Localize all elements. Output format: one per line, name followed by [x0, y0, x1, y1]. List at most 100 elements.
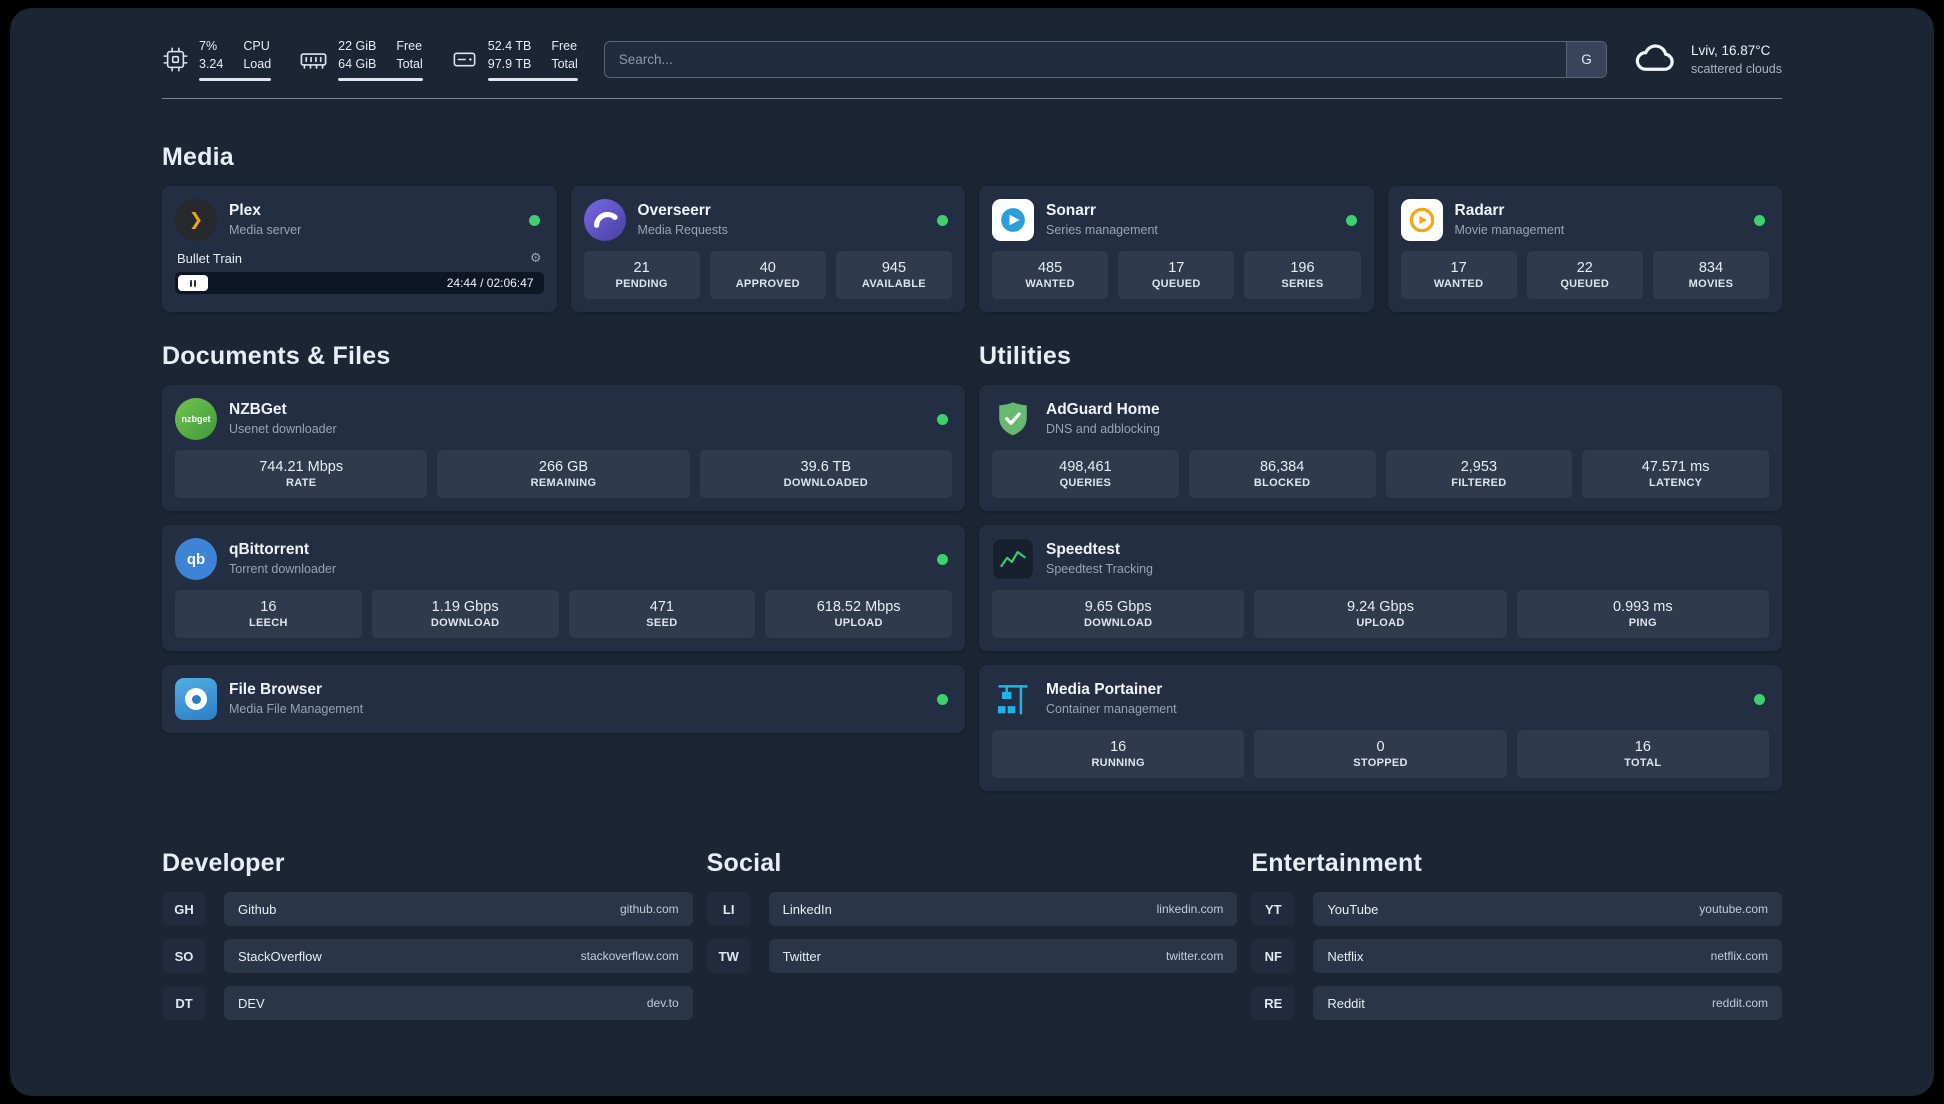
service-title: qBittorrent: [229, 541, 310, 559]
service-card-adguard[interactable]: AdGuard Home DNS and adblocking 498,461 …: [979, 385, 1782, 511]
memory-caption-2: Total: [396, 56, 423, 71]
memory-widget: 22 GiB 64 GiB Free Total: [299, 38, 423, 81]
stat-tile: 945 AVAILABLE: [835, 251, 953, 299]
bookmark-link[interactable]: Reddit reddit.com: [1313, 986, 1782, 1020]
weather-condition: scattered clouds: [1690, 61, 1782, 76]
cpu-caption-2: Load: [243, 56, 272, 71]
section-utilities: Utilities AdGuard Home DNS and adblockin…: [979, 342, 1782, 791]
stat-tile: 17 QUEUED: [1118, 251, 1235, 299]
cpu-usage-bar: [199, 78, 272, 81]
playback-progress-bar[interactable]: 24:44 / 02:06:47: [175, 272, 544, 294]
service-subtitle: Media Requests: [637, 222, 728, 237]
sonarr-icon: [992, 199, 1034, 241]
service-card-nzbget[interactable]: nzbget NZBGet Usenet downloader 744.21 M…: [162, 385, 965, 511]
service-title: AdGuard Home: [1046, 401, 1160, 419]
bookmark-link[interactable]: Github github.com: [224, 892, 693, 926]
stat-tile: 1.19 Gbps DOWNLOAD: [371, 590, 559, 638]
stat-tile: 834 MOVIES: [1652, 251, 1770, 299]
service-subtitle: Series management: [1046, 222, 1158, 237]
service-card-speedtest[interactable]: Speedtest Speedtest Tracking 9.65 Gbps D…: [979, 525, 1782, 651]
section-title-utilities: Utilities: [979, 342, 1072, 370]
bookmark-netflix[interactable]: NF Netflix netflix.com: [1251, 939, 1782, 973]
bookmark-abbr: YT: [1251, 892, 1296, 926]
bookmark-link[interactable]: YouTube youtube.com: [1313, 892, 1782, 926]
section-title-documents: Documents & Files: [162, 342, 391, 370]
stat-tile: 9.65 Gbps DOWNLOAD: [992, 590, 1245, 638]
header-divider: [162, 98, 1782, 99]
status-online-dot: [1345, 214, 1357, 226]
stat-tile: 498,461 QUERIES: [992, 450, 1179, 498]
status-online-dot: [937, 553, 948, 565]
disk-total-value: 97.9 TB: [487, 56, 532, 71]
stat-tile: 744.21 Mbps RATE: [175, 450, 428, 498]
service-title: Media Portainer: [1046, 681, 1163, 699]
disk-usage-bar: [487, 78, 578, 81]
stat-tile: 21 PENDING: [583, 251, 700, 299]
stat-tile: 86,384 BLOCKED: [1188, 450, 1376, 498]
bookmark-link[interactable]: Netflix netflix.com: [1313, 939, 1782, 973]
service-card-plex[interactable]: ❯ Plex Media server Bullet Train ⚙ 24:44…: [162, 186, 557, 312]
bookmark-stackoverflow[interactable]: SO StackOverflow stackoverflow.com: [162, 939, 693, 973]
service-title: Radarr: [1454, 202, 1505, 220]
bookmark-link[interactable]: StackOverflow stackoverflow.com: [224, 939, 693, 973]
stat-tile: 2,953 FILTERED: [1385, 450, 1573, 498]
stat-tile: 266 GB REMAINING: [437, 450, 690, 498]
service-subtitle: Speedtest Tracking: [1046, 561, 1154, 576]
service-card-qbittorrent[interactable]: qb qBittorrent Torrent downloader 16 LEE…: [162, 525, 965, 651]
bookmark-dev[interactable]: DT DEV dev.to: [162, 986, 693, 1020]
disk-caption-1: Free: [551, 39, 578, 53]
cloud-icon: [1633, 40, 1679, 79]
bookmark-abbr: NF: [1251, 939, 1296, 973]
playback-time: 24:44 / 02:06:47: [446, 276, 534, 290]
memory-caption-1: Free: [396, 39, 423, 53]
stat-tile: 0 STOPPED: [1254, 730, 1507, 778]
top-bar: 7% 3.24 CPU Load 22 GiB 64 GiB Free Tota…: [162, 38, 1782, 81]
cpu-chip-icon: [162, 46, 189, 73]
bookmark-abbr: LI: [706, 892, 751, 926]
stat-tile: 16 TOTAL: [1516, 730, 1769, 778]
section-title-developer: Developer: [162, 849, 285, 877]
section-title-media: Media: [162, 143, 234, 171]
service-card-sonarr[interactable]: Sonarr Series management 485 WANTED 17 Q…: [979, 186, 1374, 312]
bookmark-link[interactable]: LinkedIn linkedin.com: [768, 892, 1238, 926]
status-online-dot: [937, 413, 948, 425]
bookmark-youtube[interactable]: YT YouTube youtube.com: [1251, 892, 1782, 926]
bookmark-linkedin[interactable]: LI LinkedIn linkedin.com: [706, 892, 1238, 926]
search-input[interactable]: [603, 41, 1607, 78]
bookmark-reddit[interactable]: RE Reddit reddit.com: [1251, 986, 1782, 1020]
service-subtitle: DNS and adblocking: [1046, 421, 1160, 436]
speedtest-chart-icon: [992, 538, 1034, 580]
service-title: File Browser: [229, 681, 323, 699]
bookmark-link[interactable]: Twitter twitter.com: [768, 939, 1238, 973]
disk-free-value: 52.4 TB: [487, 39, 532, 53]
service-card-radarr[interactable]: Radarr Movie management 17 WANTED 22 QUE…: [1387, 186, 1782, 312]
status-online-dot: [528, 214, 540, 226]
stat-tile: 22 QUEUED: [1526, 251, 1643, 299]
bookmark-link[interactable]: DEV dev.to: [224, 986, 693, 1020]
bookmark-github[interactable]: GH Github github.com: [162, 892, 693, 926]
service-title: Overseerr: [637, 202, 711, 220]
stat-tile: 9.24 Gbps UPLOAD: [1254, 590, 1507, 638]
radarr-icon: [1400, 199, 1443, 241]
stat-tile: 16 RUNNING: [992, 730, 1245, 778]
search-engine-button[interactable]: G: [1565, 42, 1606, 77]
service-title: Sonarr: [1046, 202, 1096, 220]
service-card-portainer[interactable]: Media Portainer Container management 16 …: [979, 665, 1782, 791]
section-entertainment: Entertainment YT YouTube youtube.com NF …: [1251, 849, 1782, 1020]
stat-tile: 485 WANTED: [992, 251, 1109, 299]
stat-tile: 40 APPROVED: [709, 251, 826, 299]
service-subtitle: Torrent downloader: [229, 561, 337, 576]
service-card-filebrowser[interactable]: File Browser Media File Management: [162, 665, 965, 733]
portainer-crane-icon: [992, 678, 1034, 720]
status-online-dot: [1754, 214, 1765, 226]
service-card-overseerr[interactable]: Overseerr Media Requests 21 PENDING 40 A…: [570, 186, 965, 312]
disk-caption-2: Total: [551, 56, 578, 71]
pause-button[interactable]: [178, 275, 208, 291]
service-subtitle: Usenet downloader: [229, 421, 337, 436]
bookmark-abbr: GH: [162, 892, 206, 926]
status-online-dot: [937, 214, 948, 226]
gear-icon[interactable]: ⚙: [530, 250, 542, 266]
bookmark-twitter[interactable]: TW Twitter twitter.com: [706, 939, 1238, 973]
cpu-widget: 7% 3.24 CPU Load: [162, 38, 272, 81]
plex-now-playing-widget: Bullet Train ⚙ 24:44 / 02:06:47: [175, 250, 544, 294]
